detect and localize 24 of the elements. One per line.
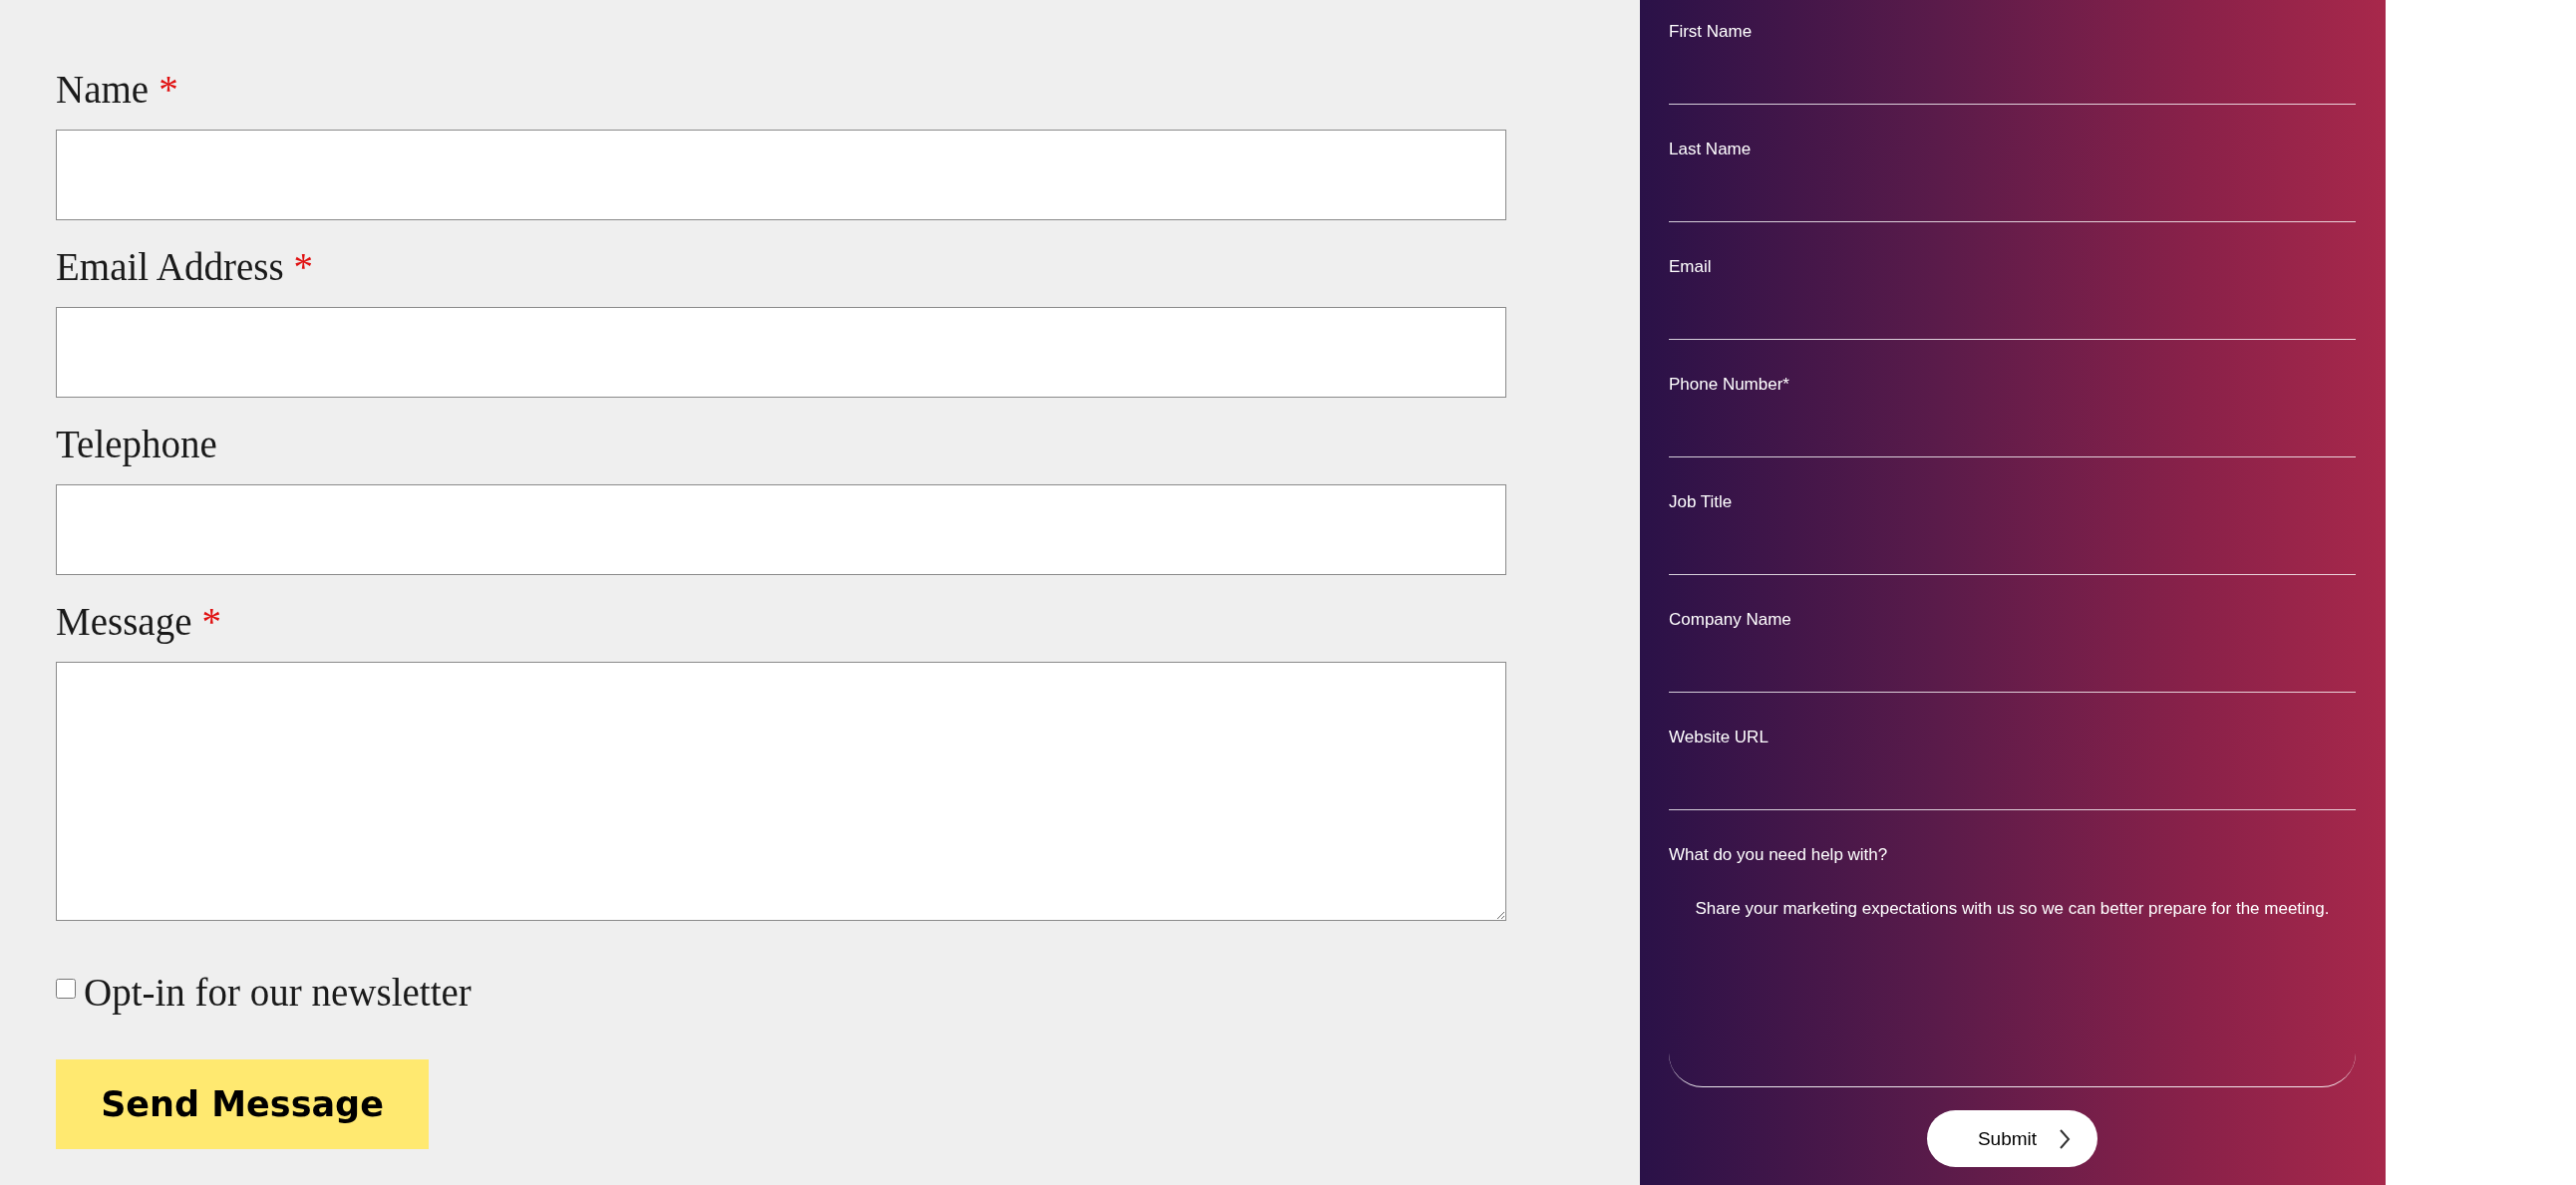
field-label: Last Name	[1669, 140, 1753, 159]
input-field[interactable]	[56, 307, 1506, 398]
input-field[interactable]	[56, 130, 1506, 220]
field-label: Email	[1669, 257, 1713, 277]
field-label: Website URL	[1669, 728, 1770, 747]
field-label: Telephone	[56, 423, 217, 466]
input-field[interactable]	[56, 484, 1506, 575]
field-label: Message	[56, 600, 192, 644]
chevron-right-icon	[2059, 1127, 2072, 1150]
required-mark: *	[293, 245, 314, 289]
field-label: Job Title	[1669, 492, 1734, 512]
send-message-button[interactable]: Send Message	[56, 1059, 429, 1149]
field-label: First Name	[1669, 22, 1754, 42]
field-label: What do you need help with?	[1669, 845, 1889, 865]
newsletter-label: Opt-in for our newsletter	[84, 971, 472, 1015]
field-label: Phone Number*	[1669, 375, 1790, 395]
field-label: Email Address	[56, 245, 284, 289]
newsletter-checkbox[interactable]	[56, 979, 76, 999]
required-mark: *	[201, 600, 221, 644]
field-label: Name	[56, 68, 150, 112]
field-label: Company Name	[1669, 610, 1792, 630]
message-field[interactable]	[56, 662, 1506, 921]
required-mark: *	[159, 68, 178, 112]
submit-button[interactable]: Submit	[1927, 1110, 2097, 1167]
